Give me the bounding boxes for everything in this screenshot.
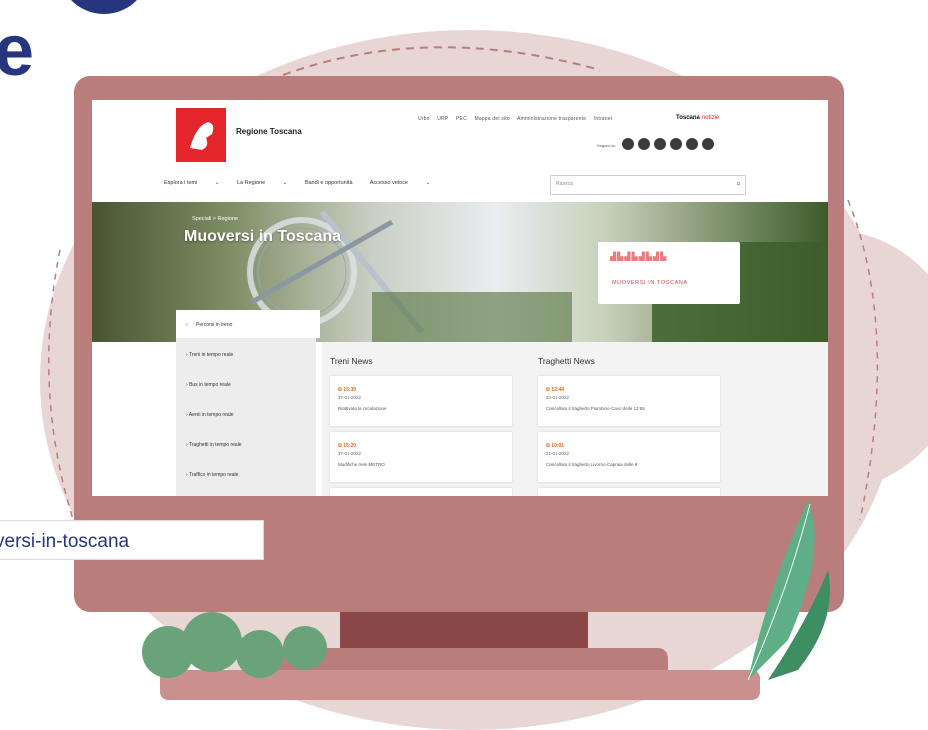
nav-item-accesso[interactable]: Accesso veloce ⌄	[370, 180, 430, 186]
url-bar[interactable]: versi-in-toscana	[0, 520, 264, 560]
news-card[interactable]	[538, 488, 720, 496]
news-text: Cancellato il traghetto Piombino-Cavo de…	[546, 406, 645, 411]
nav-item-esplora[interactable]: Esplora i temi ⌄	[164, 180, 219, 186]
nav-item-regione[interactable]: La Regione ⌄	[237, 180, 287, 186]
utility-links: Urbo URP PEC Mappa del sito Amministrazi…	[418, 116, 618, 122]
brand-name: Toscana	[676, 115, 700, 121]
chevron-right-icon: ›	[186, 322, 188, 328]
search-placeholder: Ricerca	[556, 181, 573, 187]
sidebar-item-traffico[interactable]: › Traffico in tempo reale	[186, 472, 238, 478]
main-nav: Esplora i temi ⌄ La Regione ⌄ Bandi e op…	[164, 180, 446, 186]
news-date: 24-01-2022	[546, 395, 570, 400]
sidebar: › Percorsi in treno › Treni in tempo rea…	[176, 310, 320, 496]
page-title: Muoversi in Toscana	[184, 228, 342, 245]
linkedin-icon[interactable]	[686, 138, 698, 150]
news-time: ⏲ 15:20	[338, 443, 357, 449]
regione-toscana-logo[interactable]	[176, 108, 226, 162]
utility-link[interactable]: Mappa del sito	[474, 116, 509, 122]
news-card[interactable]	[330, 488, 512, 496]
sidebar-item-traghetti[interactable]: › Traghetti in tempo reale	[186, 442, 242, 448]
sidebar-item-percorsi[interactable]: › Percorsi in treno	[176, 310, 320, 338]
utility-link[interactable]: Amministrazione trasparente	[517, 116, 586, 122]
news-time: ⏲ 10:01	[546, 443, 565, 449]
sidebar-item-bus[interactable]: › Bus in tempo reale	[186, 382, 231, 388]
news-date: 27-01-2022	[338, 451, 362, 456]
follow-label: Seguici su	[597, 143, 616, 148]
site-name[interactable]: Regione Toscana	[236, 127, 302, 136]
toscana-notizie-brand[interactable]: Toscana notizie	[676, 115, 719, 121]
utility-link[interactable]: URP	[437, 116, 448, 122]
news-text: Riattivata la circolazione	[338, 406, 387, 411]
news-card[interactable]: ⏲ 12:44 24-01-2022 Cancellato il traghet…	[538, 376, 720, 426]
instagram-icon[interactable]	[654, 138, 666, 150]
news-date: 21-01-2022	[546, 451, 570, 456]
url-text: versi-in-toscana	[0, 531, 130, 552]
website-screenshot: Regione Toscana Urbo URP PEC Mappa del s…	[92, 100, 828, 496]
news-card[interactable]: ⏲ 15:20 27-01-2022 Modifiche treni METRO	[330, 432, 512, 482]
facebook-icon[interactable]	[622, 138, 634, 150]
utility-link[interactable]: Urbo	[418, 116, 430, 122]
search-icon[interactable]: ⌕	[737, 179, 741, 189]
sidebar-item-aerei[interactable]: › Aerei in tempo reale	[186, 412, 234, 418]
news-card[interactable]: ⏲ 15:30 27-01-2022 Riattivata la circola…	[330, 376, 512, 426]
news-time: ⏲ 15:30	[338, 387, 357, 393]
bush-illustration	[142, 612, 327, 678]
news-time: ⏲ 12:44	[546, 387, 565, 393]
sidebar-item-treni[interactable]: › Treni in tempo reale	[186, 352, 233, 358]
utility-link[interactable]: Intranet	[594, 116, 613, 122]
news-text: Cancellato il traghetto Livorno-Capraia …	[546, 462, 638, 467]
muoversi-sign: ▟▙▟▙▟▙▟▙ MUOVERSI IN TOSCANA	[598, 242, 740, 304]
telegram-icon[interactable]	[702, 138, 714, 150]
traghetti-news-column: Traghetti News	[538, 356, 720, 366]
news-card[interactable]: ⏲ 10:01 21-01-2022 Cancellato il traghet…	[538, 432, 720, 482]
nav-item-bandi[interactable]: Bandi e opportunità	[305, 180, 353, 186]
youtube-icon[interactable]	[670, 138, 682, 150]
twitter-icon[interactable]	[638, 138, 650, 150]
treni-news-title: Treni News	[330, 356, 373, 366]
news-text: Modifiche treni METRO	[338, 462, 385, 467]
traghetti-news-title: Traghetti News	[538, 356, 595, 366]
brand-suffix: notizie	[701, 115, 720, 121]
breadcrumb[interactable]: Speciali > Regione	[192, 216, 238, 222]
search-input[interactable]: Ricerca ⌕	[550, 175, 746, 195]
skyline-icon: ▟▙▟▙▟▙▟▙	[610, 252, 668, 261]
leaf-illustration	[747, 500, 830, 681]
utility-link[interactable]: PEC	[456, 116, 467, 122]
sign-text: MUOVERSI IN TOSCANA	[612, 280, 688, 286]
news-date: 27-01-2022	[338, 395, 362, 400]
treni-news-column: Treni News	[330, 356, 512, 366]
